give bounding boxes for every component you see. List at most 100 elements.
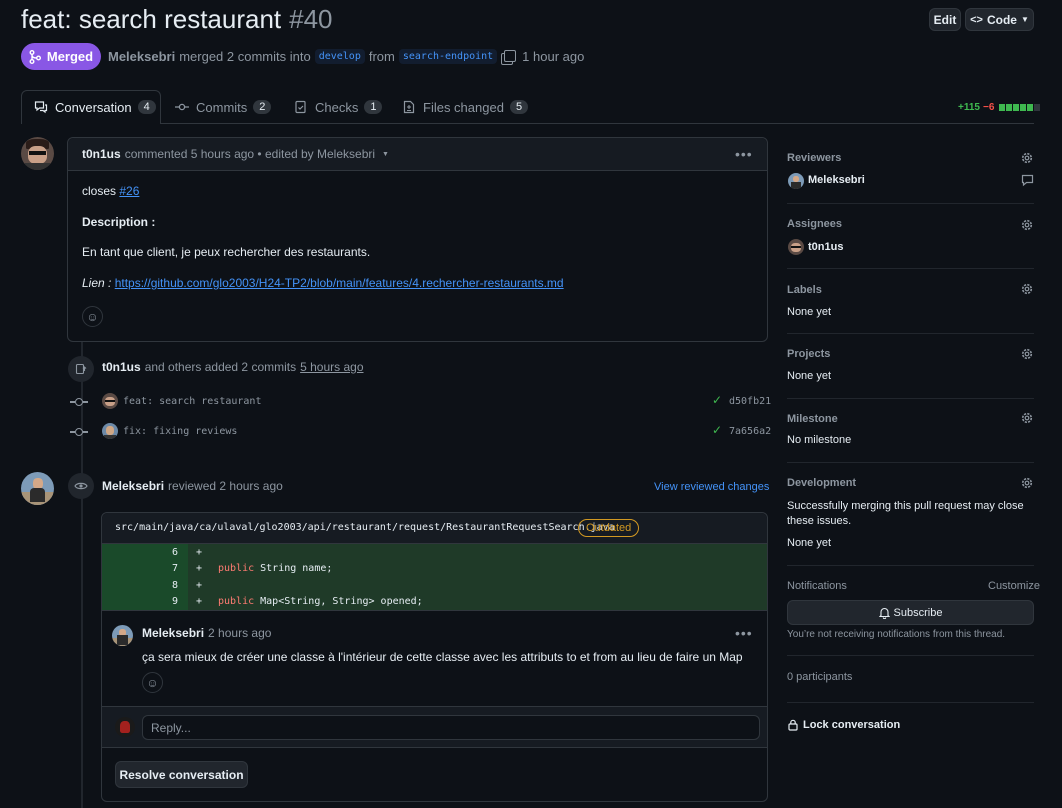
gear-icon[interactable] — [1020, 476, 1034, 490]
lock-conversation-link[interactable]: Lock conversation — [788, 719, 900, 731]
reviewer-link[interactable]: Meleksebri — [102, 479, 164, 493]
diff-line: 6 + — [171, 546, 203, 558]
copy-icon[interactable] — [504, 50, 517, 62]
subscribe-button[interactable]: Subscribe — [787, 600, 1034, 625]
code-button[interactable]: <> Code ▼ — [965, 8, 1034, 31]
avatar[interactable] — [115, 717, 135, 737]
edit-button[interactable]: Edit — [929, 8, 961, 31]
merged-badge: Merged — [21, 43, 101, 70]
sidebar-milestone-title[interactable]: Milestone — [787, 413, 838, 425]
tab-files-changed[interactable]: Files changed 5 — [402, 90, 529, 124]
merge-author-link[interactable]: Meleksebri — [108, 49, 175, 64]
commit-sha[interactable]: d50fb21 — [729, 396, 771, 407]
pr-title-row: feat: search restaurant #40 — [21, 4, 333, 38]
avatar[interactable] — [788, 173, 804, 189]
divider — [787, 702, 1034, 703]
commits-time-link[interactable]: 5 hours ago — [300, 360, 363, 374]
view-reviewed-changes-link[interactable]: View reviewed changes — [654, 481, 769, 493]
commits-event-icon — [68, 356, 94, 382]
sidebar-labels-title[interactable]: Labels — [787, 284, 822, 296]
divider — [787, 565, 1034, 566]
divider — [102, 610, 767, 611]
tab-conversation[interactable]: Conversation 4 — [34, 90, 156, 124]
commit-line — [70, 401, 75, 403]
reviewer-name[interactable]: Meleksebri — [808, 174, 865, 186]
file-diff-icon — [403, 100, 415, 114]
review-file-path[interactable]: src/main/java/ca/ulaval/glo2003/api/rest… — [115, 522, 615, 533]
gear-icon[interactable] — [1020, 347, 1034, 361]
avatar[interactable] — [102, 393, 118, 409]
diff-line: 9 + public Map<String, String> opened; — [171, 595, 423, 607]
commit-message[interactable]: feat: search restaurant — [123, 396, 261, 407]
review-comment-author[interactable]: Meleksebri — [142, 626, 204, 640]
avatar[interactable] — [112, 625, 133, 646]
base-branch[interactable]: develop — [314, 48, 365, 64]
commit-line — [70, 431, 75, 433]
avatar[interactable] — [102, 423, 118, 439]
smiley-icon: ☺ — [86, 309, 99, 324]
divider — [787, 398, 1034, 399]
review-event-icon — [68, 473, 94, 499]
commits-author-link[interactable]: t0n1us — [102, 360, 141, 374]
assignee-name[interactable]: t0n1us — [808, 241, 843, 253]
review-comment-body: ça sera mieux de créer une classe à l'in… — [142, 650, 743, 664]
divider — [787, 462, 1034, 463]
resolve-conversation-button[interactable]: Resolve conversation — [115, 761, 248, 788]
sidebar-projects-title[interactable]: Projects — [787, 348, 830, 360]
commit-dot-icon — [75, 398, 83, 406]
sidebar-notifications-title: Notifications — [787, 580, 847, 592]
reply-input[interactable]: Reply... — [142, 715, 760, 740]
gear-icon[interactable] — [1020, 282, 1034, 296]
commit-message[interactable]: fix: fixing reviews — [123, 426, 237, 437]
gear-icon[interactable] — [1020, 411, 1034, 425]
sidebar-development-title[interactable]: Development — [787, 477, 856, 489]
commits-event-text: t0n1us and others added 2 commits 5 hour… — [102, 360, 364, 374]
tab-commits[interactable]: Commits 2 — [175, 90, 272, 124]
diffstat-bar — [999, 103, 1041, 111]
review-comment-menu-icon[interactable]: ••• — [735, 625, 753, 641]
customize-link[interactable]: Customize — [988, 580, 1040, 592]
sidebar-reviewers-title[interactable]: Reviewers — [787, 152, 841, 164]
commit-line — [83, 431, 88, 433]
comment-menu-icon[interactable]: ••• — [735, 146, 753, 162]
review-comment-meta: Meleksebri 2 hours ago — [142, 626, 272, 640]
eye-icon — [74, 482, 88, 490]
comment-author-link[interactable]: t0n1us — [82, 147, 121, 161]
labels-value: None yet — [787, 306, 832, 318]
issue-link[interactable]: #26 — [119, 184, 139, 198]
gear-icon[interactable] — [1020, 218, 1034, 232]
diff-line: 7 + public String name; — [171, 562, 333, 574]
merge-icon — [29, 49, 41, 64]
diffstat-added: +115 — [958, 101, 980, 113]
check-icon[interactable]: ✓ — [712, 393, 722, 407]
commit-row: feat: search restaurant ✓ d50fb21 — [70, 393, 771, 411]
sidebar-assignees-title[interactable]: Assignees — [787, 218, 842, 230]
comment-closes: closes #26 — [82, 184, 140, 198]
participants-count: 0 participants — [787, 671, 853, 683]
comment-description: Description : — [82, 215, 156, 229]
tab-checks[interactable]: Checks 1 — [294, 90, 383, 124]
edited-caret-icon[interactable]: ▼ — [382, 151, 389, 158]
commit-line — [83, 401, 88, 403]
projects-value: None yet — [787, 370, 832, 382]
avatar[interactable] — [21, 137, 54, 170]
commit-icon — [175, 103, 189, 111]
head-branch[interactable]: search-endpoint — [398, 48, 498, 64]
add-reaction-button[interactable]: ☺ — [82, 306, 103, 327]
lock-icon — [788, 719, 798, 731]
repo-push-icon — [75, 363, 87, 375]
feature-doc-link[interactable]: https://github.com/glo2003/H24-TP2/blob/… — [115, 276, 564, 290]
outdated-badge: Outdated — [578, 519, 640, 537]
pr-title: feat: search restaurant — [21, 4, 282, 34]
diff-line: 8 + — [171, 579, 203, 591]
caret-down-icon: ▼ — [1020, 15, 1029, 24]
comment-icon[interactable] — [1021, 174, 1034, 187]
add-reaction-button[interactable]: ☺ — [142, 672, 163, 693]
avatar[interactable] — [21, 472, 54, 505]
commit-sha[interactable]: 7a656a2 — [729, 426, 771, 437]
check-icon[interactable]: ✓ — [712, 423, 722, 437]
divider — [787, 268, 1034, 269]
milestone-value: No milestone — [787, 434, 852, 446]
gear-icon[interactable] — [1020, 151, 1034, 165]
avatar[interactable] — [788, 239, 804, 255]
